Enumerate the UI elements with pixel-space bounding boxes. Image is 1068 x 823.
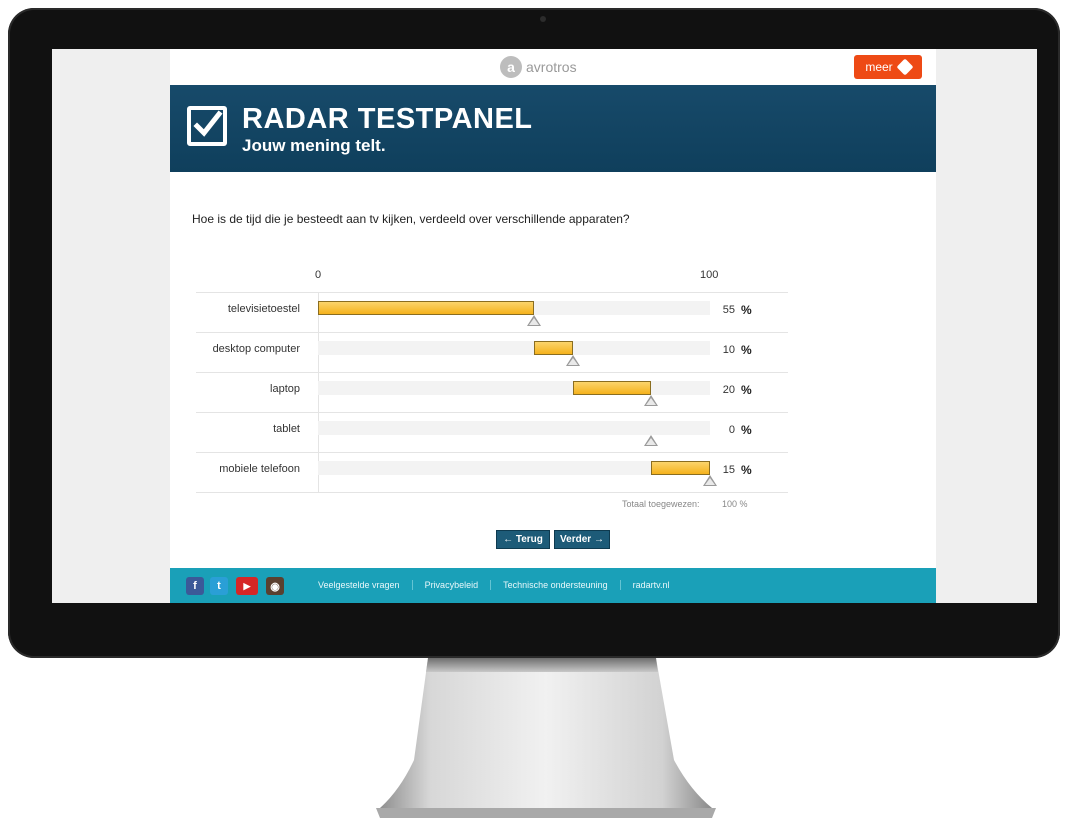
facebook-icon[interactable]: f bbox=[186, 577, 204, 595]
percent-sign: % bbox=[741, 343, 752, 357]
slider-track[interactable] bbox=[318, 381, 710, 406]
banner-subtitle: Jouw mening telt. bbox=[242, 136, 386, 155]
allocation-bar bbox=[533, 341, 573, 355]
checkbox-logo-icon bbox=[187, 106, 227, 146]
survey-page: a avrotros meer RADAR TESTPANEL Jouw men… bbox=[170, 49, 936, 603]
slider-track[interactable] bbox=[318, 421, 710, 446]
footer-link-privacy[interactable]: Privacybeleid bbox=[413, 580, 492, 590]
slider-track[interactable] bbox=[318, 301, 710, 326]
total-label: Totaal toegewezen: bbox=[622, 499, 700, 509]
footer-link-faq[interactable]: Veelgestelde vragen bbox=[318, 580, 413, 590]
brand-name: avrotros bbox=[526, 59, 577, 75]
footer: f t ▶ ◉ Veelgestelde vragen Privacybelei… bbox=[170, 568, 936, 603]
instagram-icon[interactable]: ◉ bbox=[266, 577, 284, 595]
percent-sign: % bbox=[741, 423, 752, 437]
table-bottom-line bbox=[196, 492, 788, 493]
row-label: mobiele telefoon bbox=[219, 463, 300, 475]
radar-banner: RADAR TESTPANEL Jouw mening telt. bbox=[170, 85, 936, 172]
slider-handle-icon[interactable] bbox=[644, 435, 659, 446]
slider-handle-icon[interactable] bbox=[644, 395, 659, 406]
scale-min-label: 0 bbox=[315, 269, 322, 281]
meer-button[interactable]: meer bbox=[854, 55, 922, 79]
scale-max-label: 100 bbox=[700, 269, 719, 281]
allocation-bar bbox=[651, 461, 710, 475]
footer-links: Veelgestelde vragen Privacybeleid Techni… bbox=[318, 580, 682, 590]
slider-handle-icon[interactable] bbox=[526, 315, 541, 326]
allocation-row: tablet 0% bbox=[196, 412, 788, 453]
footer-link-support[interactable]: Technische ondersteuning bbox=[491, 580, 621, 590]
row-value: 15 bbox=[722, 464, 735, 476]
row-label: desktop computer bbox=[212, 343, 300, 355]
row-label: tablet bbox=[273, 423, 300, 435]
banner-title: RADAR TESTPANEL bbox=[242, 103, 533, 135]
camera-dot bbox=[540, 16, 546, 22]
question-text: Hoe is de tijd die je besteedt aan tv ki… bbox=[192, 212, 630, 226]
row-label: laptop bbox=[270, 383, 300, 395]
slider-track[interactable] bbox=[318, 341, 710, 366]
diamond-icon bbox=[896, 58, 914, 76]
allocation-row: televisietoestel 55% bbox=[196, 292, 788, 333]
allocation-bar bbox=[318, 301, 534, 315]
slider-track[interactable] bbox=[318, 461, 717, 486]
percent-sign: % bbox=[741, 303, 752, 317]
avrotros-logo[interactable]: a avrotros bbox=[500, 55, 577, 79]
next-button[interactable]: Verder → bbox=[554, 530, 610, 549]
allocation-bar bbox=[572, 381, 652, 395]
row-value: 55 bbox=[722, 304, 735, 316]
avrotros-logo-icon: a bbox=[500, 56, 522, 78]
row-value: 0 bbox=[728, 424, 735, 436]
screen: a avrotros meer RADAR TESTPANEL Jouw men… bbox=[52, 49, 1037, 603]
percent-sign: % bbox=[741, 463, 752, 477]
total-value: 100 % bbox=[722, 499, 748, 509]
meer-label: meer bbox=[865, 60, 893, 74]
footer-link-radartv[interactable]: radartv.nl bbox=[621, 580, 682, 590]
row-value: 20 bbox=[722, 384, 735, 396]
slider-handle-icon[interactable] bbox=[703, 475, 717, 486]
allocation-row: mobiele telefoon 15% bbox=[196, 452, 788, 493]
top-bar: a avrotros meer bbox=[170, 49, 936, 85]
allocation-row: desktop computer 10% bbox=[196, 332, 788, 373]
row-label: televisietoestel bbox=[227, 303, 300, 315]
row-value: 10 bbox=[722, 344, 735, 356]
checkmark-icon bbox=[193, 110, 223, 137]
slider-handle-icon[interactable] bbox=[565, 355, 580, 366]
percent-sign: % bbox=[741, 383, 752, 397]
back-button[interactable]: ← Terug bbox=[496, 530, 550, 549]
youtube-icon[interactable]: ▶ bbox=[236, 577, 258, 595]
allocation-row: laptop 20% bbox=[196, 372, 788, 413]
twitter-icon[interactable]: t bbox=[210, 577, 228, 595]
